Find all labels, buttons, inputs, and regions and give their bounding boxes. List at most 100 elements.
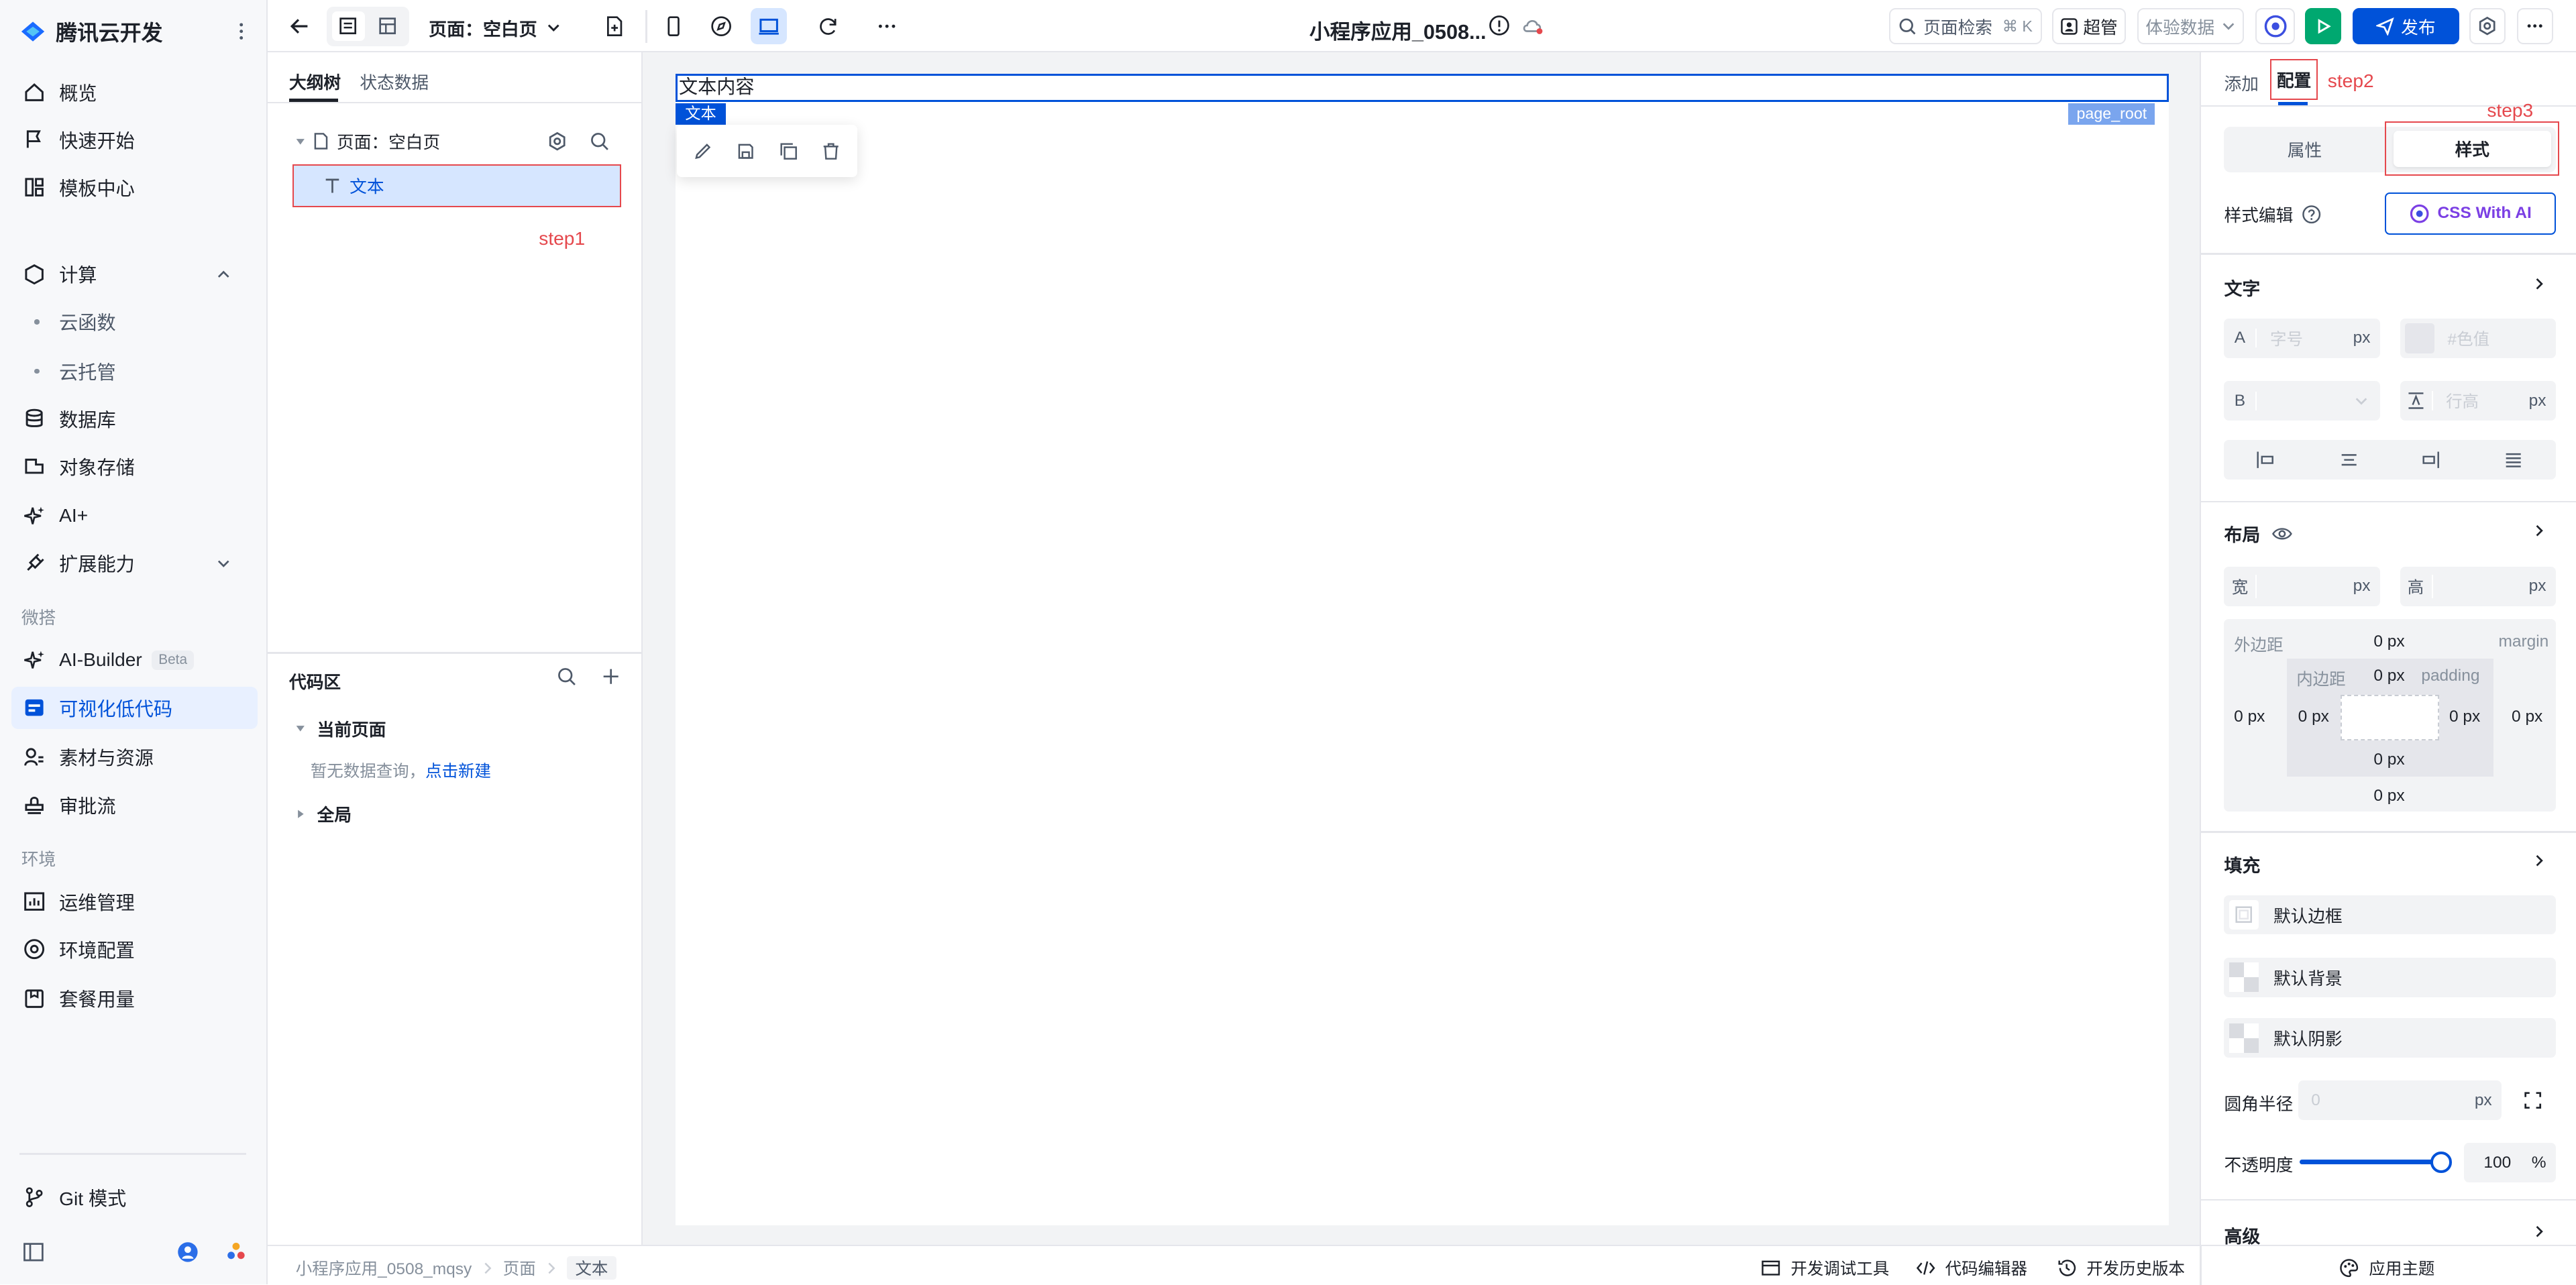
breadcrumb-app[interactable]: 小程序应用_0508_mqsy <box>296 1256 472 1280</box>
experience-data-select[interactable]: 体验数据 <box>2137 8 2245 45</box>
chevron-right-icon[interactable] <box>2531 522 2547 539</box>
segment-style[interactable]: 样式 <box>2385 121 2560 176</box>
sidebar-item-quickstart[interactable]: 快速开始 <box>11 118 258 161</box>
breadcrumb-text[interactable]: 文本 <box>567 1256 616 1280</box>
chevron-right-icon[interactable] <box>2531 276 2547 292</box>
align-center-icon[interactable] <box>2339 450 2359 469</box>
history-button[interactable]: 开发历史版本 <box>2057 1256 2185 1280</box>
font-weight-select[interactable]: B <box>2224 381 2381 421</box>
page-view-icon[interactable] <box>331 11 365 42</box>
more-horizontal-icon[interactable] <box>875 15 898 38</box>
font-color-field[interactable]: #色值 <box>2400 319 2557 358</box>
sidebar-item-lowcode[interactable]: 可视化低代码 <box>11 686 258 730</box>
brand[interactable]: 腾讯云开发 <box>18 16 162 47</box>
tab-config[interactable]: 配置 <box>2270 59 2318 101</box>
mobile-view-icon[interactable] <box>662 15 685 38</box>
page-settings-icon[interactable] <box>547 131 567 151</box>
font-size-field[interactable]: A 字号 px <box>2224 319 2381 358</box>
compass-icon[interactable] <box>710 15 733 38</box>
more-button[interactable] <box>2516 8 2553 45</box>
opacity-slider-thumb[interactable] <box>2430 1151 2452 1173</box>
sidebar-item-approval[interactable]: 审批流 <box>11 783 258 826</box>
refresh-icon[interactable] <box>816 15 839 38</box>
padding-right-value[interactable]: 0 px <box>2449 708 2480 726</box>
tab-outline[interactable]: 大纲树 <box>289 69 341 94</box>
sidebar-item-overview[interactable]: 概览 <box>11 70 258 113</box>
align-left-icon[interactable] <box>2255 450 2275 469</box>
page-canvas[interactable]: 文本内容 文本 page_root <box>675 74 2169 1225</box>
search-icon[interactable] <box>557 667 576 686</box>
new-page-icon[interactable] <box>603 15 626 38</box>
user-avatar-icon[interactable] <box>177 1241 199 1263</box>
width-field[interactable]: 宽 px <box>2224 566 2381 606</box>
search-icon[interactable] <box>590 131 609 151</box>
page-select[interactable]: 页面：空白页 <box>429 15 561 41</box>
breadcrumb-page[interactable]: 页面 <box>503 1256 536 1280</box>
info-icon[interactable] <box>1489 15 1510 36</box>
desktop-view-icon[interactable] <box>751 8 788 45</box>
code-current-page[interactable]: 当前页面 <box>294 716 386 741</box>
align-right-icon[interactable] <box>2421 450 2440 469</box>
run-button[interactable] <box>2304 8 2341 45</box>
devtools-button[interactable]: 开发调试工具 <box>1761 1256 1889 1280</box>
preview-eye-button[interactable] <box>2255 8 2296 45</box>
layout-view-icon[interactable] <box>371 11 404 41</box>
sidebar-item-assets[interactable]: 素材与资源 <box>11 736 258 779</box>
sidebar-item-aibuilder[interactable]: AI-Builder Beta <box>11 639 258 682</box>
sidebar-item-envconfig[interactable]: 环境配置 <box>11 928 258 971</box>
settings-button[interactable] <box>2469 8 2506 45</box>
app-theme-button[interactable]: 应用主题 <box>2339 1256 2434 1280</box>
margin-right-value[interactable]: 0 px <box>2512 708 2542 726</box>
expand-corners-icon[interactable] <box>2523 1091 2542 1110</box>
more-vertical-icon[interactable] <box>231 21 251 41</box>
text-component[interactable]: 文本内容 <box>675 74 2169 102</box>
sidebar-item-templates[interactable]: 模板中心 <box>11 166 258 209</box>
sidebar-item-extend[interactable]: 扩展能力 <box>11 542 258 585</box>
sidebar-item-cloudfunc[interactable]: 云函数 <box>11 300 258 343</box>
collapse-sidebar-icon[interactable] <box>23 1241 44 1263</box>
save-icon[interactable] <box>736 142 755 161</box>
publish-button[interactable]: 发布 <box>2352 8 2460 45</box>
shadow-setting[interactable]: 默认阴影 <box>2224 1018 2557 1058</box>
sidebar-item-ops[interactable]: 运维管理 <box>11 881 258 924</box>
tab-state-data[interactable]: 状态数据 <box>360 69 429 94</box>
chevron-right-icon[interactable] <box>2531 852 2547 869</box>
code-editor-button[interactable]: 代码编辑器 <box>1916 1256 2027 1280</box>
admin-button[interactable]: 超管 <box>2051 8 2126 45</box>
help-circle-icon[interactable] <box>2302 205 2321 224</box>
align-justify-icon[interactable] <box>2504 450 2523 469</box>
segment-attributes[interactable]: 属性 <box>2224 127 2385 173</box>
sidebar-item-ai[interactable]: AI+ <box>11 494 258 537</box>
add-icon[interactable] <box>601 667 621 686</box>
sidebar-item-database[interactable]: 数据库 <box>11 398 258 441</box>
sidebar-item-usage[interactable]: 套餐用量 <box>11 977 258 1020</box>
create-query-link[interactable]: 点击新建 <box>425 763 491 781</box>
tab-add[interactable]: 添加 <box>2224 70 2258 95</box>
chevron-right-icon[interactable] <box>2531 1223 2547 1239</box>
padding-bottom-value[interactable]: 0 px <box>2373 750 2404 769</box>
tree-node-page[interactable]: 页面：空白页 <box>294 127 623 156</box>
edit-pencil-icon[interactable] <box>693 142 712 161</box>
radius-field[interactable]: 0 px <box>2298 1080 2502 1121</box>
tree-node-text[interactable]: 文本 <box>292 164 621 207</box>
margin-bottom-value[interactable]: 0 px <box>2373 787 2404 805</box>
page-search-button[interactable]: 页面检索 ⌘ K <box>1889 8 2043 45</box>
height-field[interactable]: 高 px <box>2400 566 2557 606</box>
back-arrow-icon[interactable] <box>288 15 311 38</box>
copy-icon[interactable] <box>779 142 798 161</box>
border-setting[interactable]: 默认边框 <box>2224 895 2557 935</box>
opacity-input[interactable]: 100 % <box>2464 1143 2557 1183</box>
code-global[interactable]: 全局 <box>294 801 352 826</box>
delete-trash-icon[interactable] <box>821 142 841 161</box>
sidebar-item-compute[interactable]: 计算 <box>11 253 258 296</box>
padding-left-value[interactable]: 0 px <box>2298 708 2329 726</box>
line-height-field[interactable]: 行高 px <box>2400 381 2557 421</box>
margin-top-value[interactable]: 0 px <box>2373 632 2404 651</box>
cloud-sync-icon[interactable] <box>1521 15 1544 36</box>
padding-top-value[interactable]: 0 px <box>2373 667 2404 685</box>
eye-icon[interactable] <box>2271 523 2293 545</box>
colorful-app-icon[interactable] <box>225 1241 247 1263</box>
css-with-ai-button[interactable]: CSS With AI <box>2385 192 2557 235</box>
sidebar-item-git[interactable]: Git 模式 <box>11 1176 258 1219</box>
sidebar-item-storage[interactable]: 对象存储 <box>11 445 258 488</box>
